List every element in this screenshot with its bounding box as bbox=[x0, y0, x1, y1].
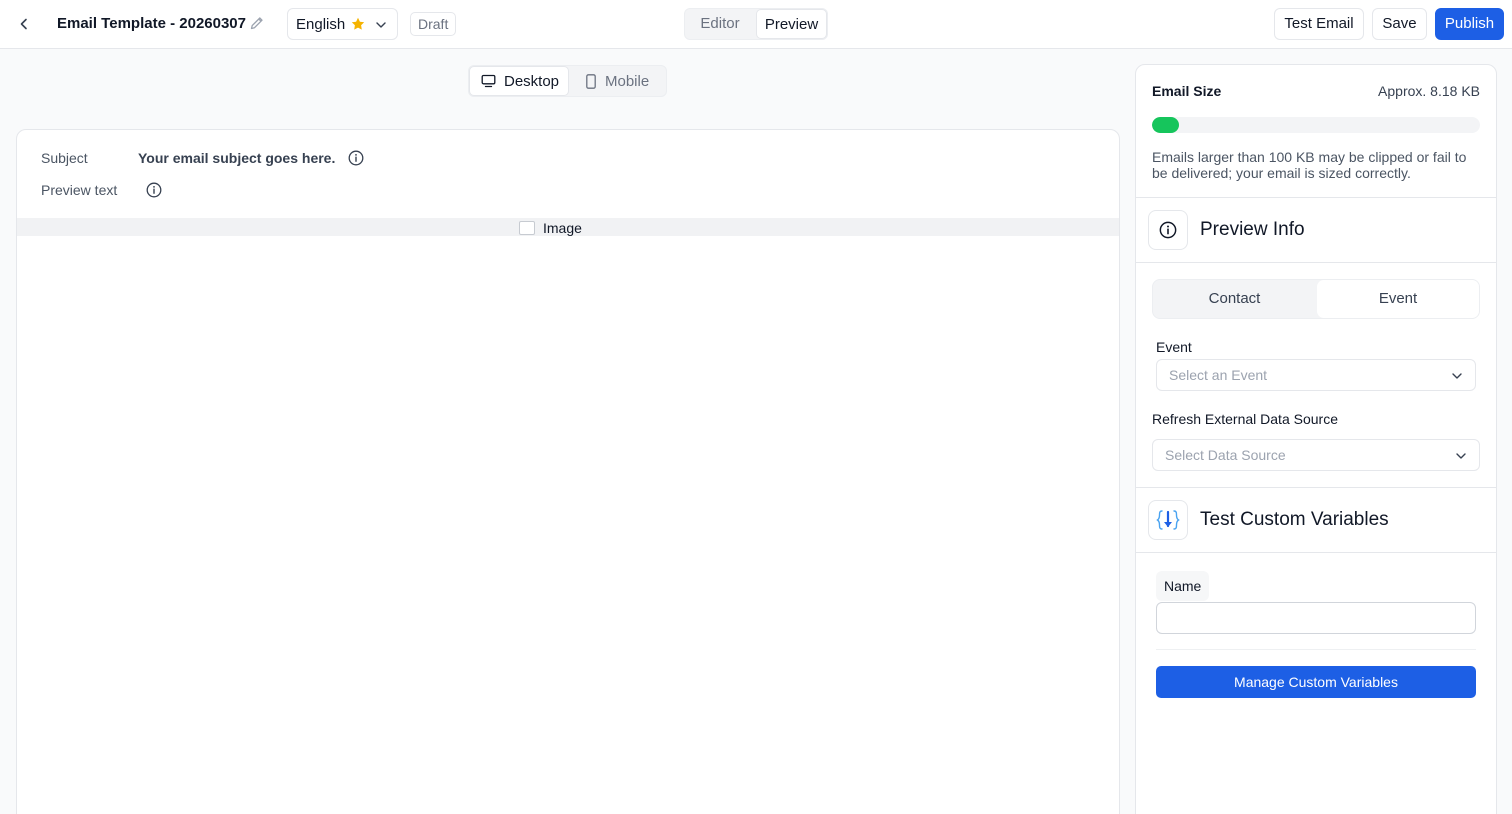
save-button[interactable]: Save bbox=[1372, 8, 1427, 40]
publish-button[interactable]: Publish bbox=[1435, 8, 1504, 40]
mode-toggle: Editor Preview bbox=[684, 8, 828, 40]
subject-label: Subject bbox=[41, 150, 88, 166]
chevron-down-icon bbox=[376, 22, 386, 28]
device-toggle: Desktop Mobile bbox=[468, 65, 667, 97]
email-size-progress bbox=[1152, 117, 1480, 133]
back-button[interactable] bbox=[14, 14, 34, 34]
email-preview-canvas: Subject Your email subject goes here. Pr… bbox=[16, 129, 1120, 814]
custom-variables-title: Test Custom Variables bbox=[1200, 509, 1389, 530]
event-label: Event bbox=[1156, 339, 1192, 355]
tab-preview[interactable]: Preview bbox=[756, 9, 827, 39]
smartphone-icon bbox=[586, 73, 596, 89]
image-alt-text: Image bbox=[543, 220, 582, 236]
manage-custom-variables-button[interactable]: Manage Custom Variables bbox=[1156, 666, 1476, 698]
test-email-button[interactable]: Test Email bbox=[1274, 8, 1364, 40]
preview-info-icon-box bbox=[1148, 210, 1188, 250]
template-title: Email Template - 20260307 bbox=[57, 15, 246, 32]
name-field-label: Name bbox=[1156, 571, 1210, 601]
email-size-note: Emails larger than 100 KB may be clipped… bbox=[1152, 149, 1467, 181]
info-icon[interactable] bbox=[348, 150, 364, 166]
tab-contact[interactable]: Contact bbox=[1153, 280, 1316, 318]
chevron-down-icon bbox=[1452, 373, 1462, 379]
data-source-placeholder: Select Data Source bbox=[1165, 447, 1286, 463]
broken-image-icon bbox=[519, 221, 535, 235]
mobile-label: Mobile bbox=[605, 72, 650, 90]
chevron-left-icon bbox=[20, 18, 27, 30]
refresh-data-source-label: Refresh External Data Source bbox=[1152, 411, 1338, 427]
subject-value: Your email subject goes here. bbox=[138, 150, 336, 166]
status-badge: Draft bbox=[410, 12, 457, 36]
info-icon[interactable] bbox=[146, 182, 162, 198]
side-panel: Email Size Approx. 8.18 KB Emails larger… bbox=[1135, 64, 1497, 814]
preview-source-tabs: Contact Event bbox=[1152, 279, 1480, 319]
language-label: English bbox=[296, 15, 346, 33]
image-block[interactable]: Image bbox=[17, 218, 1119, 236]
tab-desktop[interactable]: Desktop bbox=[469, 66, 569, 96]
info-icon bbox=[1159, 221, 1177, 239]
star-icon bbox=[352, 17, 365, 30]
email-size-title: Email Size bbox=[1152, 83, 1222, 99]
email-size-progress-fill bbox=[1152, 117, 1179, 133]
event-select[interactable]: Select an Event bbox=[1156, 359, 1476, 391]
monitor-icon bbox=[481, 74, 496, 88]
language-select[interactable]: English bbox=[287, 8, 398, 40]
divider bbox=[1136, 487, 1496, 488]
custom-variables-icon-box bbox=[1148, 500, 1188, 540]
pencil-icon[interactable] bbox=[249, 15, 265, 31]
tab-editor[interactable]: Editor bbox=[685, 9, 755, 39]
email-size-value: Approx. 8.18 KB bbox=[1378, 83, 1480, 99]
divider bbox=[1156, 649, 1476, 650]
preview-info-title: Preview Info bbox=[1200, 219, 1305, 240]
data-source-select[interactable]: Select Data Source bbox=[1152, 439, 1480, 471]
divider bbox=[1136, 552, 1496, 553]
tab-mobile[interactable]: Mobile bbox=[573, 66, 667, 96]
broken-image: Image bbox=[519, 220, 582, 236]
desktop-label: Desktop bbox=[504, 72, 560, 90]
preview-text-label: Preview text bbox=[41, 182, 118, 198]
chevron-down-icon bbox=[1456, 453, 1466, 459]
braces-download-icon bbox=[1156, 510, 1180, 530]
name-input[interactable] bbox=[1156, 602, 1476, 634]
divider bbox=[1136, 262, 1496, 263]
divider bbox=[1136, 197, 1496, 198]
top-bar: Email Template - 20260307 English Draft … bbox=[0, 0, 1512, 49]
event-select-placeholder: Select an Event bbox=[1169, 367, 1268, 383]
tab-event[interactable]: Event bbox=[1317, 280, 1479, 318]
